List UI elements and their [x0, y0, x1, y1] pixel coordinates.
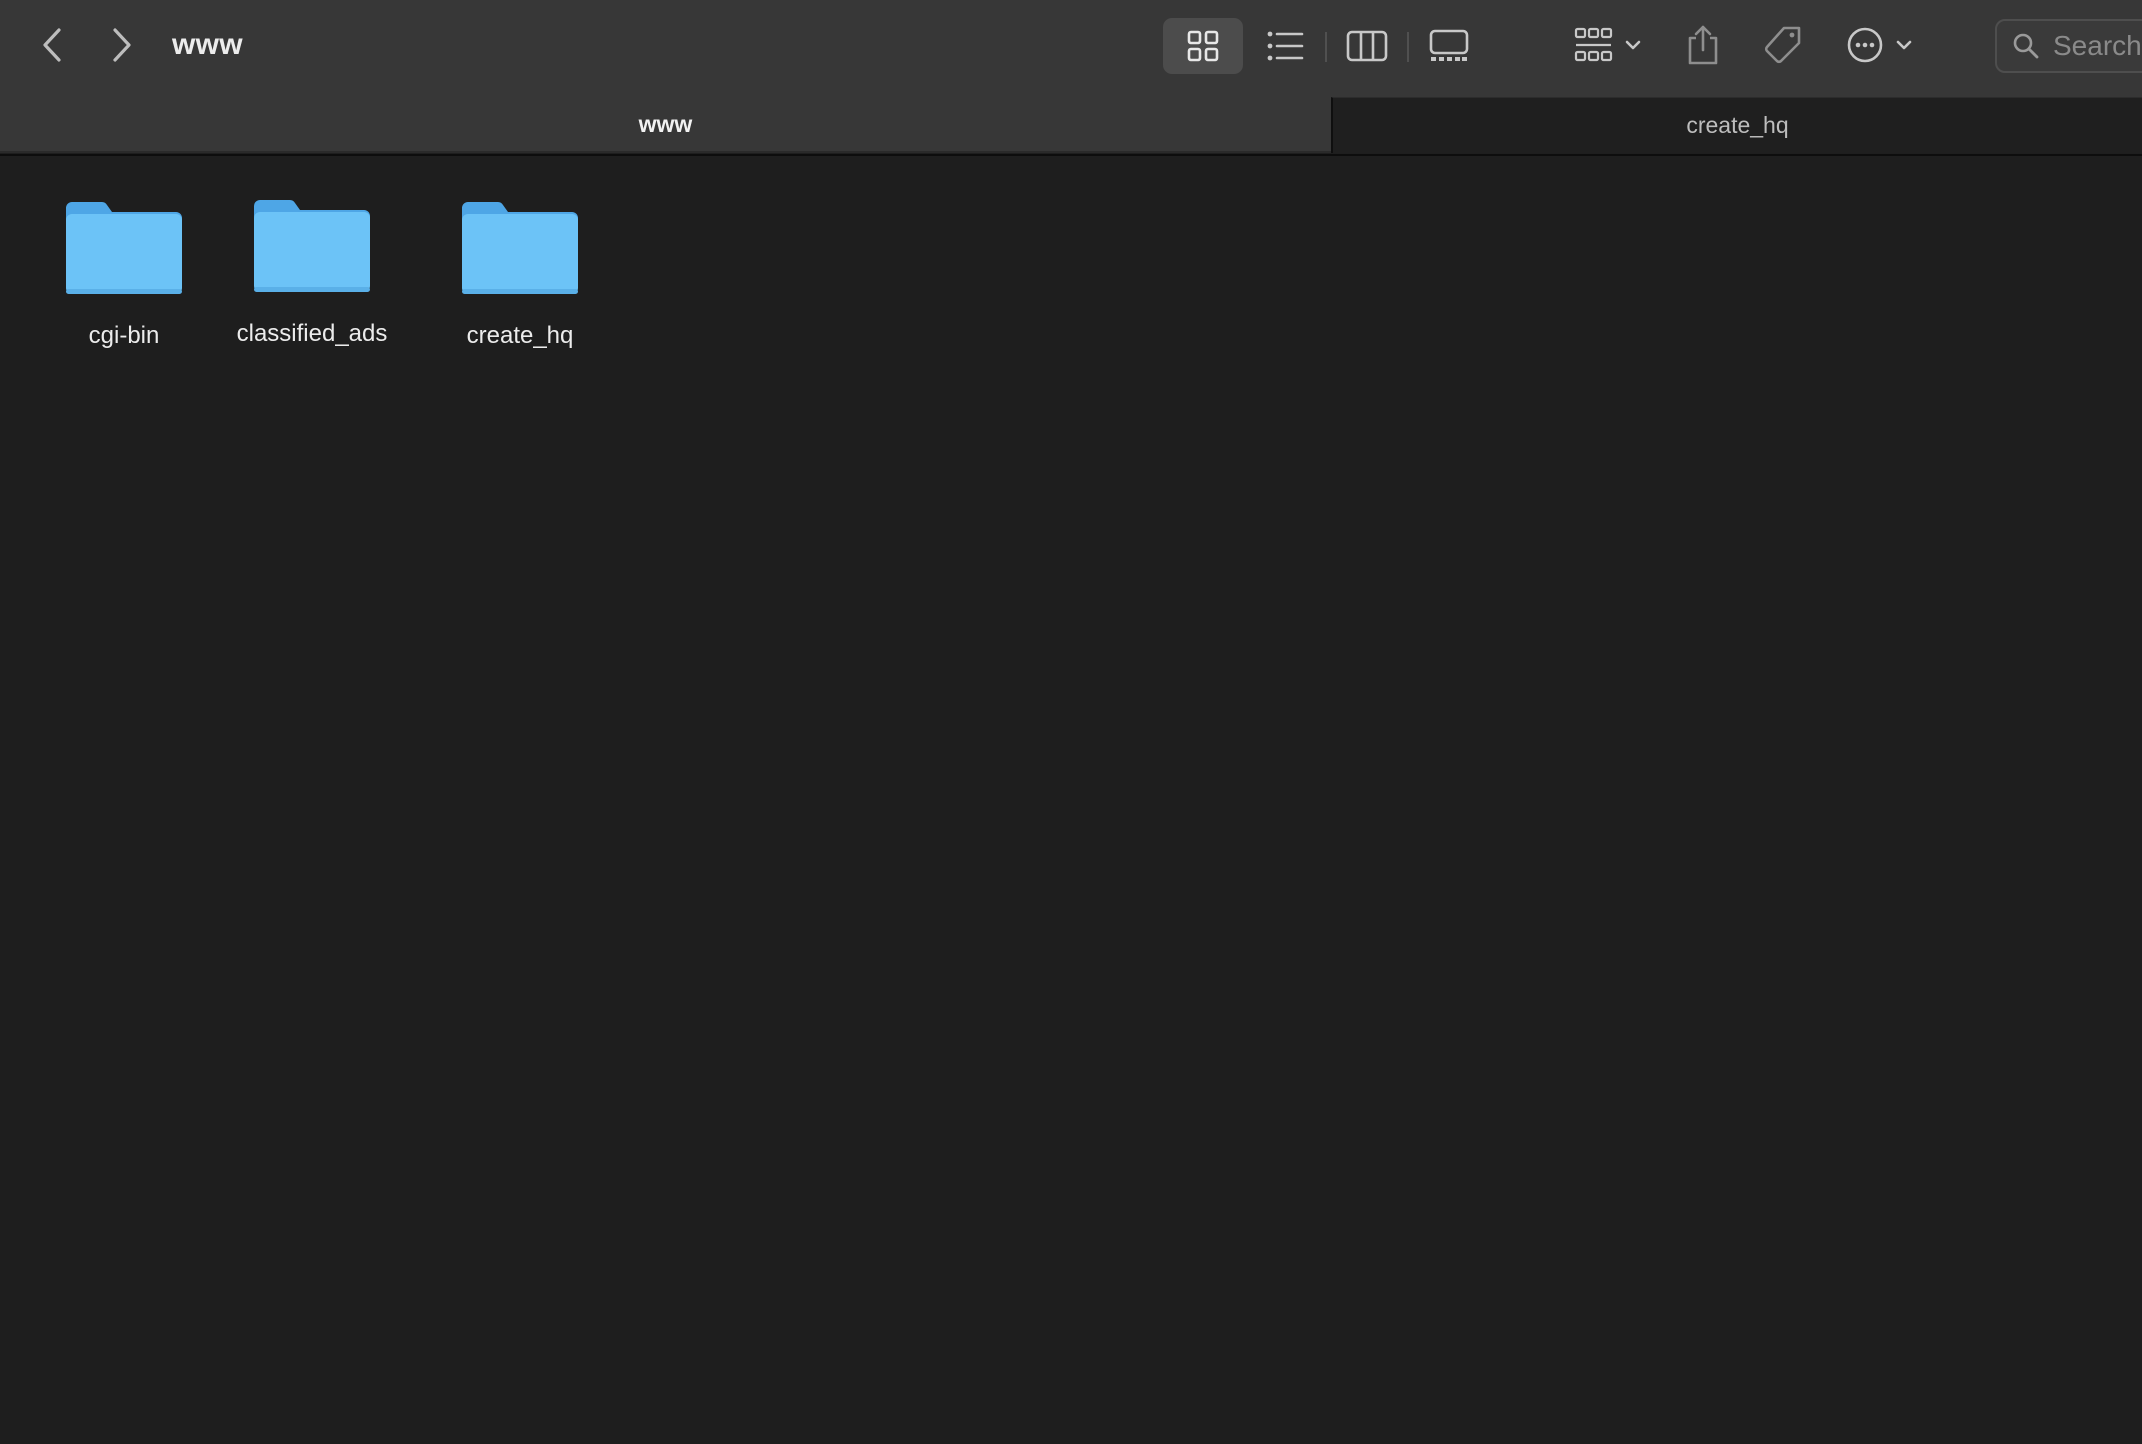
tag-button[interactable]: [1758, 20, 1808, 70]
search-field[interactable]: [1995, 19, 2142, 73]
folder-name: classified_ads: [236, 320, 388, 347]
back-button[interactable]: [30, 22, 74, 68]
gallery-view-button[interactable]: [1409, 18, 1489, 74]
folder-icon: [66, 202, 182, 294]
tab-bar: www create_hq: [0, 97, 2142, 154]
folder-item-create-hq[interactable]: create_hq: [420, 196, 620, 350]
folder-name: cgi-bin: [88, 322, 160, 349]
icon-view-button[interactable]: [1163, 18, 1243, 74]
folder-name: create_hq: [466, 322, 574, 349]
folder-icon: [462, 202, 578, 294]
forward-button[interactable]: [100, 22, 144, 68]
more-actions-button[interactable]: [1844, 22, 1920, 68]
folder-icon: [254, 200, 370, 292]
search-icon: [2011, 31, 2041, 61]
column-view-button[interactable]: [1327, 18, 1407, 74]
list-view-button[interactable]: [1245, 18, 1325, 74]
finder-window: www Search www create_hq cgi-bin classif…: [0, 0, 2142, 1444]
folder-item-classified-ads[interactable]: classified_ads: [212, 194, 412, 348]
tab-www[interactable]: www: [0, 97, 1331, 153]
columns-icon: [1346, 30, 1388, 62]
gallery-icon: [1429, 29, 1469, 61]
group-grid-icon: [1574, 27, 1641, 62]
file-grid: cgi-bin classified_ads create_hq: [0, 156, 2142, 1444]
chevron-right-icon: [113, 28, 131, 62]
tab-create-hq[interactable]: create_hq: [1331, 97, 2142, 153]
tag-icon: [1764, 26, 1801, 64]
grid-icon: [1187, 30, 1219, 62]
window-title: www: [172, 28, 243, 61]
group-button[interactable]: [1568, 22, 1648, 68]
share-icon: [1688, 25, 1718, 65]
search-input[interactable]: [2053, 30, 2142, 62]
list-icon: [1267, 31, 1304, 61]
folder-item-cgi-bin[interactable]: cgi-bin: [24, 196, 224, 350]
share-button[interactable]: [1680, 20, 1726, 70]
chevron-left-icon: [43, 28, 61, 62]
toolbar: www: [0, 0, 2142, 97]
ellipsis-circle-icon: [1847, 27, 1912, 63]
